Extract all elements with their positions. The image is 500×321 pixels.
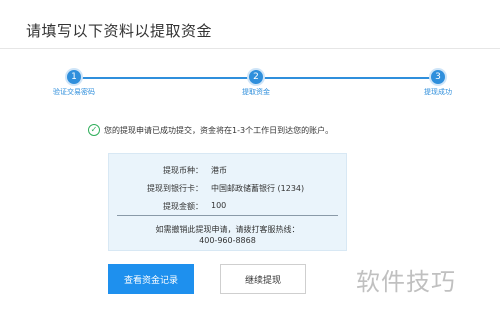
hotline-number: 400-960-8868: [199, 236, 256, 245]
check-circle-icon: ✓: [88, 124, 100, 136]
step-3-label: 提现成功: [424, 88, 452, 96]
watermark: 软件技巧: [356, 268, 456, 296]
detail-value: 100: [211, 201, 227, 210]
step-2: 2 提取资金: [211, 70, 301, 97]
step-3: 3 提现成功: [393, 70, 483, 97]
step-2-number: 2: [249, 70, 263, 84]
detail-value: 港币: [211, 166, 227, 175]
view-fund-records-button[interactable]: 查看资金记录: [108, 264, 194, 294]
details-divider: [117, 215, 338, 216]
continue-withdraw-button[interactable]: 继续提现: [220, 264, 306, 294]
step-2-label: 提取资金: [242, 88, 270, 96]
detail-label: 提现币种：: [163, 166, 203, 175]
step-1-label: 验证交易密码: [53, 88, 95, 96]
step-3-number: 3: [431, 70, 445, 84]
step-1: 1 验证交易密码: [29, 70, 119, 97]
success-message: 您的提现申请已成功提交，资金将在1-3个工作日到达您的账户。: [104, 125, 334, 135]
cancel-note: 如需撤销此提现申请，请拨打客服热线：: [155, 225, 300, 234]
detail-value: 中国邮政储蓄银行 (1234): [211, 184, 305, 193]
detail-label: 提现到银行卡：: [147, 184, 203, 193]
withdrawal-details-panel: 提现币种： 港币 提现到银行卡： 中国邮政储蓄银行 (1234) 提现金额： 1…: [108, 153, 347, 251]
title-divider: [0, 48, 500, 49]
step-1-number: 1: [67, 70, 81, 84]
progress-stepper: 1 验证交易密码 2 提取资金 3 提现成功: [0, 70, 500, 100]
detail-label: 提现金额：: [163, 202, 203, 211]
page-title: 请填写以下资料以提取资金: [26, 22, 213, 40]
success-message-row: ✓ 您的提现申请已成功提交，资金将在1-3个工作日到达您的账户。: [88, 124, 333, 136]
